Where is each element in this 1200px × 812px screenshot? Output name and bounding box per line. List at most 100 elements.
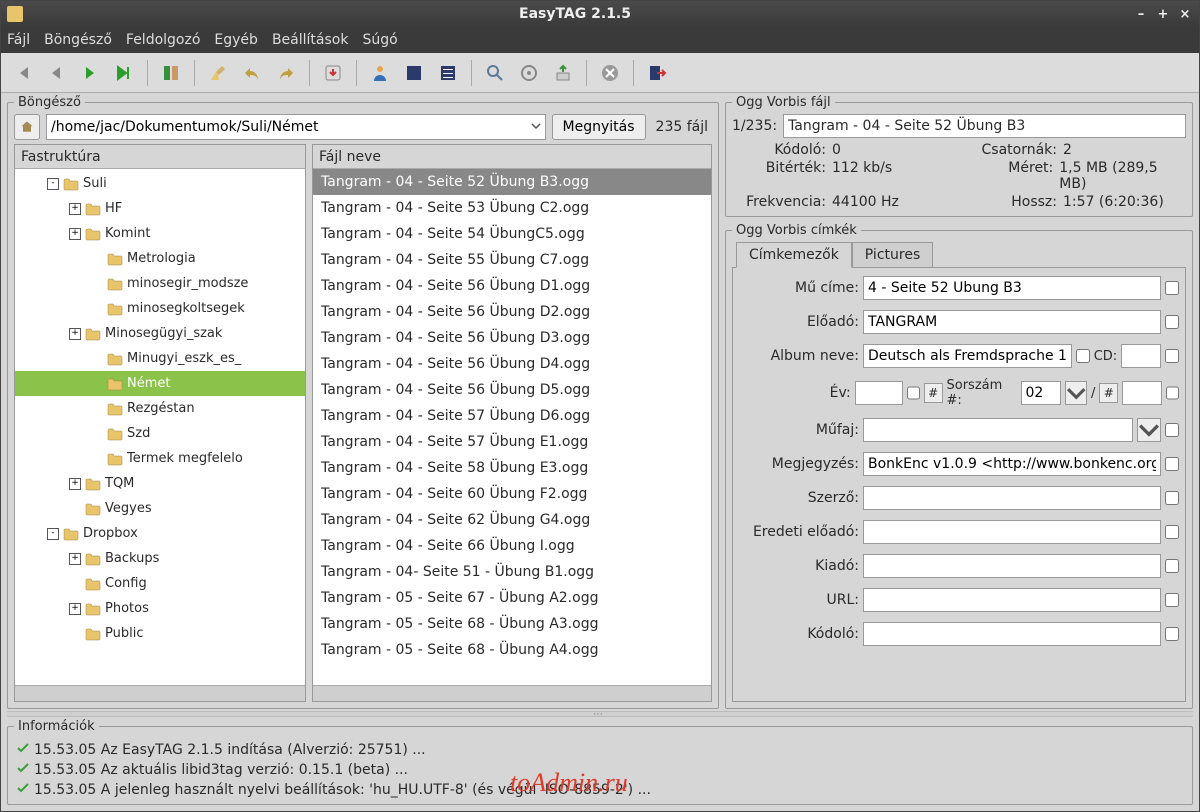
file-row[interactable]: Tangram - 04 - Seite 55 Übung C7.ogg bbox=[313, 247, 711, 273]
undo-icon[interactable] bbox=[237, 58, 267, 88]
save-icon[interactable] bbox=[318, 58, 348, 88]
quit-icon[interactable] bbox=[642, 58, 672, 88]
drag-handle[interactable] bbox=[7, 711, 1193, 717]
first-icon[interactable] bbox=[7, 58, 37, 88]
menu-settings[interactable]: Beállítások bbox=[272, 32, 349, 48]
file-row[interactable]: Tangram - 04 - Seite 57 Übung E1.ogg bbox=[313, 429, 711, 455]
stop-icon[interactable] bbox=[595, 58, 625, 88]
file-row[interactable]: Tangram - 04- Seite 51 - Übung B1.ogg bbox=[313, 559, 711, 585]
tree-item[interactable]: minosegir_modsze bbox=[15, 271, 305, 296]
album-input[interactable] bbox=[863, 344, 1072, 368]
file-row[interactable]: Tangram - 04 - Seite 58 Übung E3.ogg bbox=[313, 455, 711, 481]
comment-input[interactable] bbox=[863, 452, 1161, 476]
tree-item[interactable]: -Dropbox bbox=[15, 521, 305, 546]
tree-item[interactable]: Metrologia bbox=[15, 246, 305, 271]
tree-item[interactable]: Config bbox=[15, 571, 305, 596]
file-row[interactable]: Tangram - 04 - Seite 57 Übung D6.ogg bbox=[313, 403, 711, 429]
origartist-input[interactable] bbox=[863, 520, 1161, 544]
search-icon[interactable] bbox=[480, 58, 510, 88]
genre-dd-icon[interactable] bbox=[1137, 418, 1161, 442]
tree-item[interactable]: +Minosegügyi_szak bbox=[15, 321, 305, 346]
tab-pictures[interactable]: Pictures bbox=[852, 242, 933, 268]
tree-item[interactable]: +HF bbox=[15, 196, 305, 221]
expand-icon[interactable]: + bbox=[69, 328, 81, 340]
next-icon[interactable] bbox=[75, 58, 105, 88]
person-icon[interactable] bbox=[365, 58, 395, 88]
genre-check[interactable] bbox=[1165, 423, 1179, 437]
expand-icon[interactable]: + bbox=[69, 603, 81, 615]
file-row[interactable]: Tangram - 04 - Seite 56 Übung D5.ogg bbox=[313, 377, 711, 403]
file-row[interactable]: Tangram - 04 - Seite 54 ÜbungC5.ogg bbox=[313, 221, 711, 247]
last-icon[interactable] bbox=[109, 58, 139, 88]
menu-browser[interactable]: Böngésző bbox=[44, 32, 112, 48]
redo-icon[interactable] bbox=[271, 58, 301, 88]
cd-check[interactable] bbox=[1165, 349, 1179, 363]
track-check[interactable] bbox=[1166, 386, 1179, 400]
path-input[interactable] bbox=[51, 119, 531, 135]
file-row[interactable]: Tangram - 04 - Seite 60 Übung F2.ogg bbox=[313, 481, 711, 507]
path-combo[interactable] bbox=[46, 114, 546, 140]
tree-hscroll[interactable] bbox=[15, 685, 305, 701]
origartist-check[interactable] bbox=[1165, 525, 1179, 539]
tree-item[interactable]: +TQM bbox=[15, 471, 305, 496]
expand-icon[interactable]: + bbox=[69, 478, 81, 490]
composer-input[interactable] bbox=[863, 486, 1161, 510]
chevron-down-icon[interactable] bbox=[531, 120, 541, 135]
tree-item[interactable]: +Komint bbox=[15, 221, 305, 246]
publisher-input[interactable] bbox=[863, 554, 1161, 578]
home-icon[interactable] bbox=[14, 114, 40, 140]
menu-misc[interactable]: Egyéb bbox=[214, 32, 258, 48]
publisher-check[interactable] bbox=[1165, 559, 1179, 573]
filename-field[interactable]: Tangram - 04 - Seite 52 Übung B3 bbox=[788, 118, 1181, 134]
tree-item[interactable]: +Photos bbox=[15, 596, 305, 621]
file-row[interactable]: Tangram - 05 - Seite 68 - Übung A4.ogg bbox=[313, 637, 711, 663]
title-check[interactable] bbox=[1165, 281, 1179, 295]
artist-input[interactable] bbox=[863, 310, 1161, 334]
file-row[interactable]: Tangram - 04 - Seite 52 Übung B3.ogg bbox=[313, 169, 711, 195]
menu-process[interactable]: Feldolgozó bbox=[126, 32, 201, 48]
tree-item[interactable]: -Suli bbox=[15, 171, 305, 196]
year-input[interactable] bbox=[855, 381, 903, 405]
file-row[interactable]: Tangram - 05 - Seite 68 - Übung A3.ogg bbox=[313, 611, 711, 637]
cddb-icon[interactable] bbox=[514, 58, 544, 88]
tree-item[interactable]: +Backups bbox=[15, 546, 305, 571]
file-row[interactable]: Tangram - 04 - Seite 56 Übung D4.ogg bbox=[313, 351, 711, 377]
comment-check[interactable] bbox=[1165, 457, 1179, 471]
total-icon[interactable]: # bbox=[1099, 383, 1118, 403]
tree-item[interactable]: Vegyes bbox=[15, 496, 305, 521]
close-button[interactable]: × bbox=[1177, 7, 1193, 22]
expand-icon[interactable]: + bbox=[69, 203, 81, 215]
tree-item[interactable]: Rezgéstan bbox=[15, 396, 305, 421]
file-row[interactable]: Tangram - 04 - Seite 56 Übung D1.ogg bbox=[313, 273, 711, 299]
genre-input[interactable] bbox=[863, 418, 1133, 442]
prev-icon[interactable] bbox=[41, 58, 71, 88]
file-row[interactable]: Tangram - 04 - Seite 56 Übung D2.ogg bbox=[313, 299, 711, 325]
tab-fields[interactable]: Címkemezők bbox=[736, 242, 852, 268]
broom-icon[interactable] bbox=[203, 58, 233, 88]
menu-file[interactable]: Fájl bbox=[7, 32, 30, 48]
tree-item[interactable]: Public bbox=[15, 621, 305, 646]
encodedby-input[interactable] bbox=[863, 622, 1161, 646]
file-row[interactable]: Tangram - 04 - Seite 66 Übung I.ogg bbox=[313, 533, 711, 559]
expand-icon[interactable]: - bbox=[47, 178, 59, 190]
artist-check[interactable] bbox=[1165, 315, 1179, 329]
tree-item[interactable]: Szd bbox=[15, 421, 305, 446]
file-row[interactable]: Tangram - 04 - Seite 56 Übung D3.ogg bbox=[313, 325, 711, 351]
url-check[interactable] bbox=[1165, 593, 1179, 607]
files-hscroll[interactable] bbox=[313, 685, 711, 701]
album-check[interactable] bbox=[1076, 349, 1090, 363]
title-input[interactable] bbox=[863, 276, 1161, 300]
url-input[interactable] bbox=[863, 588, 1161, 612]
tree-item[interactable]: minosegkoltsegek bbox=[15, 296, 305, 321]
year-check[interactable] bbox=[907, 386, 920, 400]
tree-item[interactable]: Termek megfelelo bbox=[15, 446, 305, 471]
encodedby-check[interactable] bbox=[1165, 627, 1179, 641]
expand-icon[interactable]: - bbox=[47, 528, 59, 540]
playlist-icon[interactable] bbox=[548, 58, 578, 88]
track-input[interactable] bbox=[1021, 381, 1061, 405]
menu-help[interactable]: Súgó bbox=[362, 32, 397, 48]
hash-icon[interactable]: # bbox=[924, 383, 943, 403]
browse-list-icon[interactable] bbox=[433, 58, 463, 88]
tree-item[interactable]: Német bbox=[15, 371, 305, 396]
expand-icon[interactable]: + bbox=[69, 553, 81, 565]
